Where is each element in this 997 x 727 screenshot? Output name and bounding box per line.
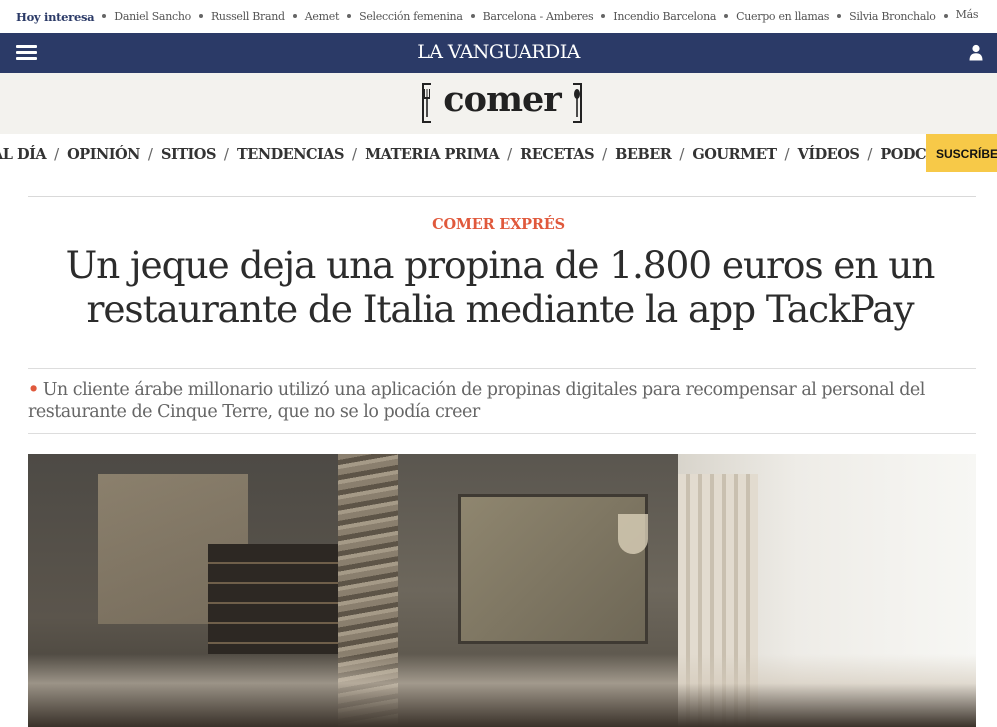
article-headline: Un jeque deja una propina de 1.800 euros… (65, 243, 936, 331)
divider (28, 368, 976, 369)
nav-item-beber[interactable]: BEBER (615, 146, 672, 163)
subscribe-button[interactable]: SUSCRÍBE (926, 134, 997, 172)
trending-link-seleccion-femenina[interactable]: Selección femenina (359, 10, 463, 23)
spoon-icon (574, 89, 580, 117)
trending-link-barcelona-amberes[interactable]: Barcelona - Amberes (483, 10, 594, 23)
nav-separator: / (507, 145, 513, 163)
nav-item-materia-prima[interactable]: MATERIA PRIMA (365, 146, 500, 163)
trending-link-daniel-sancho[interactable]: Daniel Sancho (114, 10, 191, 23)
separator-dot (292, 13, 297, 18)
trending-link-aemet[interactable]: Aemet (305, 10, 340, 23)
nav-item-gourmet[interactable]: GOURMET (692, 146, 777, 163)
divider (28, 433, 976, 434)
article-subheadline-text: Un cliente árabe millonario utilizó una … (28, 380, 925, 422)
nav-item-tendencias[interactable]: TENDENCIAS (237, 146, 345, 163)
nav-separator: / (54, 145, 60, 163)
nav-item-videos[interactable]: VÍDEOS (798, 146, 860, 163)
nav-item-recetas[interactable]: RECETAS (520, 146, 594, 163)
comer-logo-text: comer (443, 79, 561, 120)
separator-dot (837, 13, 842, 18)
nav-separator: / (784, 145, 790, 163)
section-header: comer (0, 73, 997, 134)
masthead: LA VANGUARDIA (0, 33, 997, 73)
fork-icon (424, 89, 430, 117)
separator-dot (601, 13, 606, 18)
nav-separator: / (352, 145, 358, 163)
separator-dot (724, 13, 729, 18)
comer-section-logo[interactable]: comer (422, 79, 582, 125)
article-subheadline: • Un cliente árabe millonario utilizó una… (28, 379, 976, 423)
nav-item-sitios[interactable]: SITIOS (161, 146, 216, 163)
section-nav: AL DÍA / OPINIÓN / SITIOS / TENDENCIAS /… (0, 134, 997, 174)
nav-item-al-dia[interactable]: AL DÍA (0, 146, 47, 163)
article-main-photo (28, 454, 976, 727)
nav-separator: / (679, 145, 685, 163)
separator-dot (347, 13, 352, 18)
trending-lead: Hoy interesa (16, 9, 95, 24)
trending-link-silvia-bronchalo[interactable]: Silvia Bronchalo (849, 10, 936, 23)
user-icon[interactable] (969, 44, 983, 61)
nav-separator: / (867, 145, 873, 163)
trending-link-russell-brand[interactable]: Russell Brand (211, 10, 285, 23)
nav-separator: / (147, 145, 153, 163)
nav-item-opinion[interactable]: OPINIÓN (67, 146, 140, 163)
separator-dot (102, 13, 107, 18)
trending-link-cuerpo-en-llamas[interactable]: Cuerpo en llamas (736, 10, 829, 23)
article-kicker[interactable]: COMER EXPRÉS (0, 216, 997, 233)
nav-separator: / (223, 145, 229, 163)
separator-dot (470, 13, 475, 18)
trending-more-link[interactable]: Más (956, 8, 979, 21)
separator-dot (943, 13, 948, 18)
separator-dot (198, 13, 203, 18)
site-logo[interactable]: LA VANGUARDIA (0, 41, 997, 63)
trending-link-incendio-barcelona[interactable]: Incendio Barcelona (613, 10, 716, 23)
trending-bar: Hoy interesa Daniel Sancho Russell Brand… (0, 0, 997, 33)
divider (28, 196, 976, 197)
nav-separator: / (602, 145, 608, 163)
subhead-bullet: • (28, 380, 39, 400)
